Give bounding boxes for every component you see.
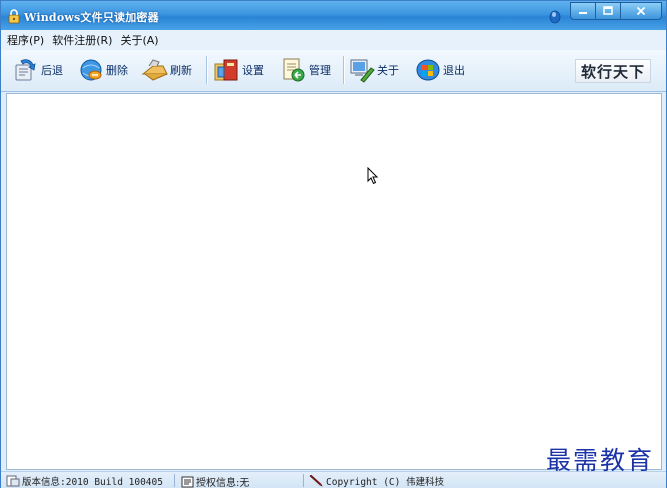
about-label: 关于 — [377, 64, 399, 77]
menu-program[interactable]: 程序(P) — [7, 32, 44, 48]
license-text: 授权信息:无 — [196, 478, 250, 488]
close-button[interactable] — [621, 2, 662, 20]
delete-globe-icon — [80, 59, 102, 81]
settings-folder-icon — [214, 59, 238, 81]
back-button[interactable]: 后退 — [12, 55, 63, 85]
mouse-cursor-icon — [367, 167, 379, 185]
minimize-button[interactable] — [570, 2, 596, 20]
app-lock-icon — [8, 9, 20, 24]
toolbar-separator — [343, 56, 345, 84]
delete-button[interactable]: 删除 — [77, 55, 128, 85]
status-copyright: Copyright (C) 伟建科技 — [309, 474, 444, 488]
toolbar-separator — [206, 56, 208, 84]
exit-button[interactable]: 退出 — [414, 55, 465, 85]
menu-about[interactable]: 关于(A) — [120, 32, 158, 48]
back-label: 后退 — [41, 64, 63, 77]
exit-windows-icon — [416, 59, 440, 81]
close-icon — [636, 6, 646, 16]
refresh-button[interactable]: 刷新 — [141, 55, 192, 85]
toolbar: 后退 删除 刷新 设置 管理 关于 退出 软行天下 — [1, 50, 666, 92]
manage-button[interactable]: 管理 — [280, 55, 331, 85]
status-separator — [303, 474, 304, 487]
main-content-area[interactable] — [6, 93, 662, 470]
watermark-text: 最需教育 — [546, 446, 655, 475]
status-version: 版本信息:2010 Build 100405 — [6, 474, 163, 488]
version-text: 版本信息:2010 Build 100405 — [22, 477, 163, 488]
settings-label: 设置 — [242, 64, 264, 77]
status-license: 授权信息:无 — [181, 474, 249, 488]
version-info-icon — [6, 475, 20, 487]
minimize-icon — [579, 12, 587, 14]
license-icon — [181, 476, 194, 487]
delete-label: 删除 — [106, 64, 128, 77]
app-window: Windows文件只读加密器 程序(P) 软件注册(R) 关于(A) 后退 删除… — [0, 0, 667, 488]
refresh-icon — [141, 59, 168, 81]
maximize-button[interactable] — [596, 2, 621, 20]
maximize-icon — [603, 6, 613, 15]
refresh-label: 刷新 — [170, 64, 192, 77]
title-bar[interactable]: Windows文件只读加密器 — [1, 1, 666, 30]
about-user-icon — [350, 59, 375, 83]
help-icon[interactable] — [548, 9, 562, 25]
pen-icon — [309, 475, 323, 487]
brand-logo: 软行天下 — [575, 59, 651, 83]
status-separator — [174, 474, 175, 487]
manage-label: 管理 — [309, 64, 331, 77]
settings-button[interactable]: 设置 — [213, 55, 264, 85]
window-controls — [570, 2, 662, 20]
exit-label: 退出 — [443, 64, 465, 77]
back-arrow-icon — [15, 59, 36, 81]
menu-bar: 程序(P) 软件注册(R) 关于(A) — [1, 30, 666, 50]
manage-document-icon — [283, 58, 305, 82]
about-button[interactable]: 关于 — [348, 55, 399, 85]
menu-register[interactable]: 软件注册(R) — [52, 32, 112, 48]
copyright-text: Copyright (C) 伟建科技 — [326, 477, 445, 488]
window-title: Windows文件只读加密器 — [24, 11, 159, 24]
